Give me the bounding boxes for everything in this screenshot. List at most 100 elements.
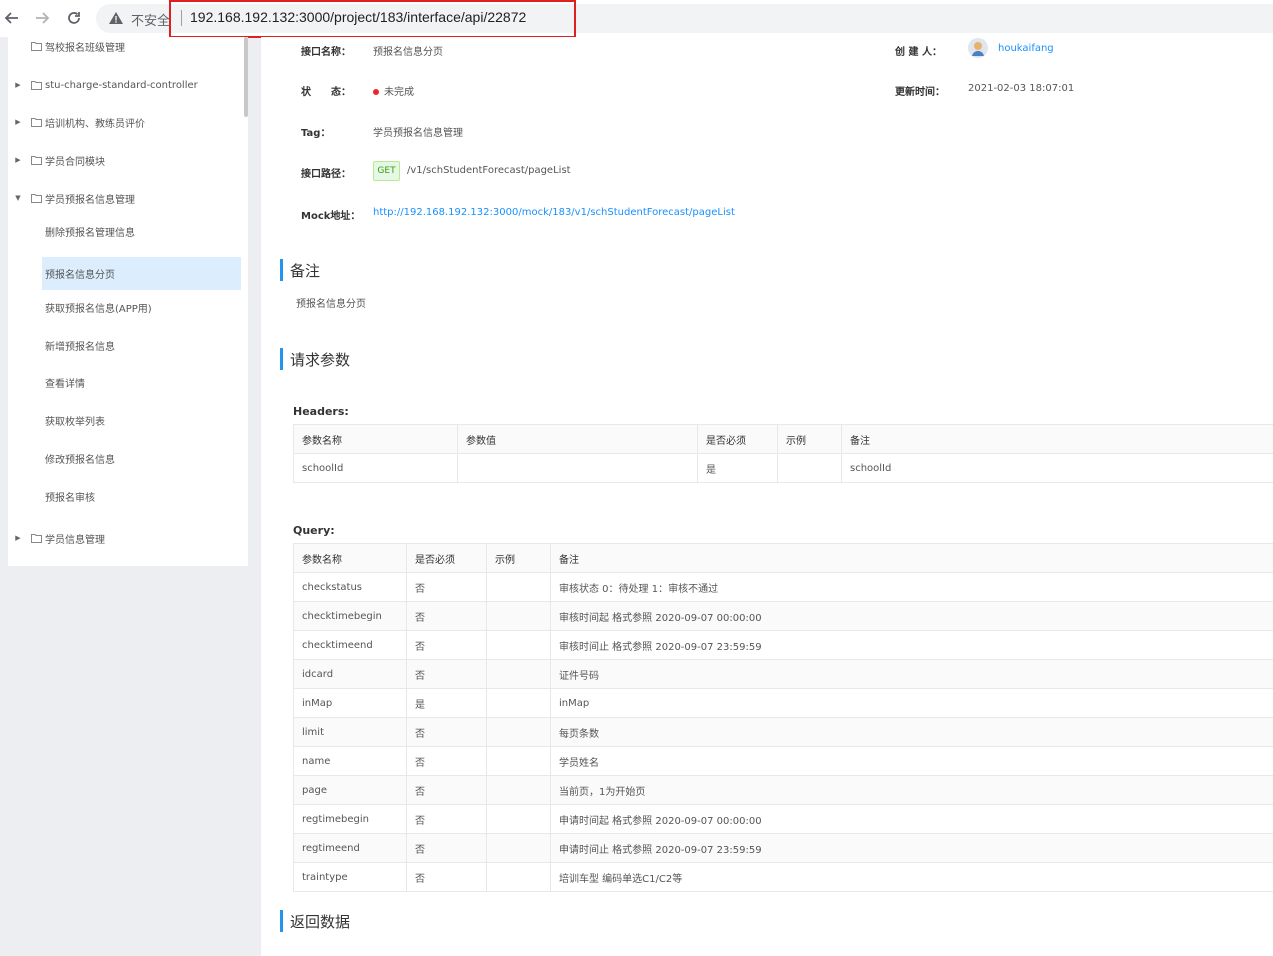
table-cell: 审核状态 0：待处理 1：审核不通过 (550, 572, 1273, 602)
table-cell: 每页条数 (550, 717, 1273, 747)
table-row: checkstatus 否 审核状态 0：待处理 1：审核不通过 (293, 572, 1273, 602)
headers-col-header: 是否必须 (697, 424, 778, 454)
sidebar-item-edit-pre-registration[interactable]: 修改预报名信息 (42, 442, 241, 475)
sidebar-folder-class-management[interactable]: 驾校报名班级管理 (8, 37, 248, 57)
table-row: checktimebegin 否 审核时间起 格式参照 2020-09-07 00:… (293, 601, 1273, 631)
sidebar-item-get-pre-registration-app[interactable]: 获取预报名信息(APP用) (42, 291, 241, 324)
table-row: name 否 学员姓名 (293, 746, 1273, 776)
sidebar-folder-student-info[interactable]: ▶ 学员信息管理 (8, 527, 248, 549)
forward-arrow-icon[interactable] (32, 8, 52, 28)
sidebar-folder-pre-registration[interactable]: ▼ 学员预报名信息管理 (8, 187, 248, 209)
avatar[interactable] (968, 38, 988, 58)
sidebar-folder-label: 培训机构、教练员评价 (45, 118, 145, 130)
updated-time-label: 更新时间： (895, 87, 945, 98)
table-cell (486, 659, 551, 689)
table-cell: 培训车型 编码单选C1/C2等 (550, 862, 1273, 892)
table-row: regtimebegin 否 申请时间起 格式参照 2020-09-07 00:00… (293, 804, 1273, 834)
query-col-header: 参数名称 (293, 543, 407, 573)
sidebar-folder-evaluation[interactable]: ▶ 培训机构、教练员评价 (8, 111, 248, 133)
table-cell (486, 717, 551, 747)
table-cell: 学员姓名 (550, 746, 1273, 776)
table-cell: 否 (406, 804, 487, 834)
sidebar-item-view-details[interactable]: 查看详情 (42, 366, 241, 399)
sidebar-folder-label: 学员信息管理 (45, 534, 105, 546)
table-cell: name (293, 746, 407, 776)
caret-right-icon[interactable]: ▶ (15, 533, 21, 543)
response-section-title: 返回数据 (280, 910, 350, 932)
caret-right-icon[interactable]: ▶ (15, 155, 21, 165)
table-cell (486, 688, 551, 718)
sidebar: 驾校报名班级管理 ▶ stu-charge-standard-controlle… (8, 37, 248, 566)
path-value: /v1/schStudentForecast/pageList (407, 165, 571, 176)
query-table: 参数名称 是否必须 示例 备注 checkstatus 否审核状态 0：待处理 1… (293, 543, 1273, 892)
table-cell: checktimeend (293, 630, 407, 660)
tag-value: 学员预报名信息管理 (373, 128, 463, 139)
mock-label: Mock地址： (301, 211, 361, 222)
sidebar-item-pre-registration-paging[interactable]: 预报名信息分页 (42, 257, 241, 290)
insecure-label[interactable]: 不安全 (131, 10, 170, 29)
table-cell: 当前页，1为开始页 (550, 775, 1273, 805)
table-cell: 否 (406, 717, 487, 747)
sidebar-folder-charge-standard[interactable]: ▶ stu-charge-standard-controller (8, 74, 248, 96)
table-cell: idcard (293, 659, 407, 689)
sidebar-item-pre-registration-review[interactable]: 预报名审核 (42, 480, 241, 513)
sidebar-folder-label: 学员合同模块 (45, 156, 105, 168)
table-cell (486, 572, 551, 602)
table-cell: page (293, 775, 407, 805)
table-cell: inMap (550, 688, 1273, 718)
caret-down-icon[interactable]: ▼ (15, 193, 21, 203)
folder-icon (31, 117, 42, 127)
folder-icon (31, 80, 42, 90)
query-col-header: 示例 (486, 543, 551, 573)
table-cell: 否 (406, 862, 487, 892)
table-row: checktimeend 否 审核时间止 格式参照 2020-09-07 23:59… (293, 630, 1273, 660)
caret-right-icon[interactable]: ▶ (15, 80, 21, 90)
table-row: inMap 是 inMap (293, 688, 1273, 718)
mock-url-link[interactable]: http://192.168.192.132:3000/mock/183/v1/… (373, 207, 735, 218)
remark-section-title: 备注 (280, 259, 320, 281)
table-cell (777, 453, 842, 483)
table-cell: traintype (293, 862, 407, 892)
table-cell (486, 775, 551, 805)
interface-name-label: 接口名称： (301, 47, 351, 58)
sidebar-item-get-enum-list[interactable]: 获取枚举列表 (42, 404, 241, 437)
table-cell (486, 862, 551, 892)
table-row: schoolId 是 schoolId (293, 453, 1273, 483)
table-cell: 否 (406, 659, 487, 689)
creator-name-link[interactable]: houkaifang (998, 43, 1054, 54)
headers-table: 参数名称 参数值 是否必须 示例 备注 schoolId 是 schoolId (293, 424, 1273, 483)
table-cell: checktimebegin (293, 601, 407, 631)
table-cell: inMap (293, 688, 407, 718)
headers-col-header: 参数名称 (293, 424, 458, 454)
browser-toolbar: 不安全 192.168.192.132:3000/project/183/int… (0, 0, 1273, 38)
sidebar-scrollbar[interactable] (244, 37, 248, 117)
folder-icon (31, 533, 42, 543)
table-cell: 审核时间止 格式参照 2020-09-07 23:59:59 (550, 630, 1273, 660)
request-params-section-title: 请求参数 (280, 348, 350, 370)
sidebar-item-add-pre-registration[interactable]: 新增预报名信息 (42, 329, 241, 362)
sidebar-item-delete-pre-registration[interactable]: 删除预报名管理信息 (42, 215, 241, 248)
headers-title: Headers: (293, 405, 349, 418)
main-content: 接口名称： 预报名信息分页 创 建 人： houkaifang 状 态： 未完成… (261, 37, 1273, 956)
caret-right-icon[interactable]: ▶ (15, 117, 21, 127)
warning-icon[interactable] (108, 10, 124, 26)
reload-icon[interactable] (64, 8, 84, 28)
table-cell: regtimebegin (293, 804, 407, 834)
query-title: Query: (293, 524, 335, 537)
headers-col-header: 备注 (841, 424, 1273, 454)
table-cell: 申请时间起 格式参照 2020-09-07 00:00:00 (550, 804, 1273, 834)
headers-col-header: 参数值 (457, 424, 698, 454)
back-arrow-icon[interactable] (2, 8, 22, 28)
table-cell: 证件号码 (550, 659, 1273, 689)
sidebar-folder-contract[interactable]: ▶ 学员合同模块 (8, 149, 248, 171)
table-cell: 申请时间止 格式参照 2020-09-07 23:59:59 (550, 833, 1273, 863)
headers-col-header: 示例 (777, 424, 842, 454)
table-row: regtimeend 否 申请时间止 格式参照 2020-09-07 23:59:5… (293, 833, 1273, 863)
query-col-header: 是否必须 (406, 543, 487, 573)
folder-icon (31, 41, 42, 51)
table-cell (457, 453, 698, 483)
table-cell (486, 746, 551, 776)
path-label: 接口路径： (301, 169, 351, 180)
table-cell: 是 (697, 453, 778, 483)
status-badge: 未完成 (373, 83, 414, 98)
